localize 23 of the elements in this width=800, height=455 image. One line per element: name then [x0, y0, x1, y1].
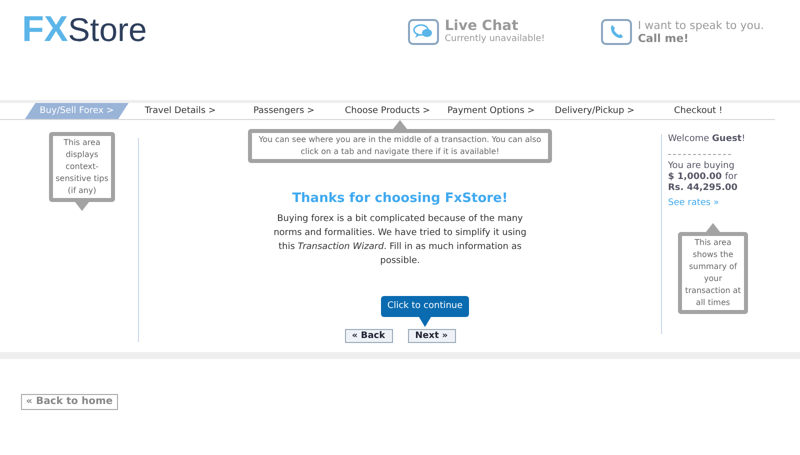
user-name: Guest [712, 134, 742, 145]
welcome-heading: Thanks for choosing FxStore! [292, 190, 508, 208]
buy-amount: $ 1,000.00 [668, 172, 723, 183]
call-me-link[interactable]: Call me! [638, 32, 764, 45]
logo-name: Store [68, 11, 147, 49]
welcome-end: ! [742, 134, 746, 145]
for-text: for [724, 172, 738, 183]
price-amount: Rs. 44,295.00 [668, 183, 739, 194]
call-me-text: I want to speak to you. [638, 19, 764, 32]
chat-bubble-icon [408, 19, 439, 45]
buying-text: You are buying [668, 161, 736, 172]
welcome-text: Welcome [668, 134, 710, 145]
pointer-icon [419, 317, 431, 327]
next-button[interactable]: Next » [408, 329, 456, 343]
phone-icon [600, 19, 632, 45]
live-chat-status: Currently unavailable! [444, 34, 545, 45]
back-button[interactable]: « Back [344, 329, 392, 343]
logo-mark: FX [22, 10, 68, 48]
tip-text: This area displays context-sensitive tips (if any) [55, 137, 109, 197]
tip-text: This area shows the summary of your transaction at all times [684, 237, 742, 309]
back-home-button[interactable]: « Back to home [21, 394, 118, 410]
intro-paragraph: Buying forex is a bit complicated because of the many norms and formalities. We have tried to simplify it using this Transaction Wizard. Fill in as much information as possible. [272, 213, 528, 268]
tip-text: You can see where you are in the middle of a transaction. You can also click on a tab and navigate there if it is available! [258, 134, 542, 158]
